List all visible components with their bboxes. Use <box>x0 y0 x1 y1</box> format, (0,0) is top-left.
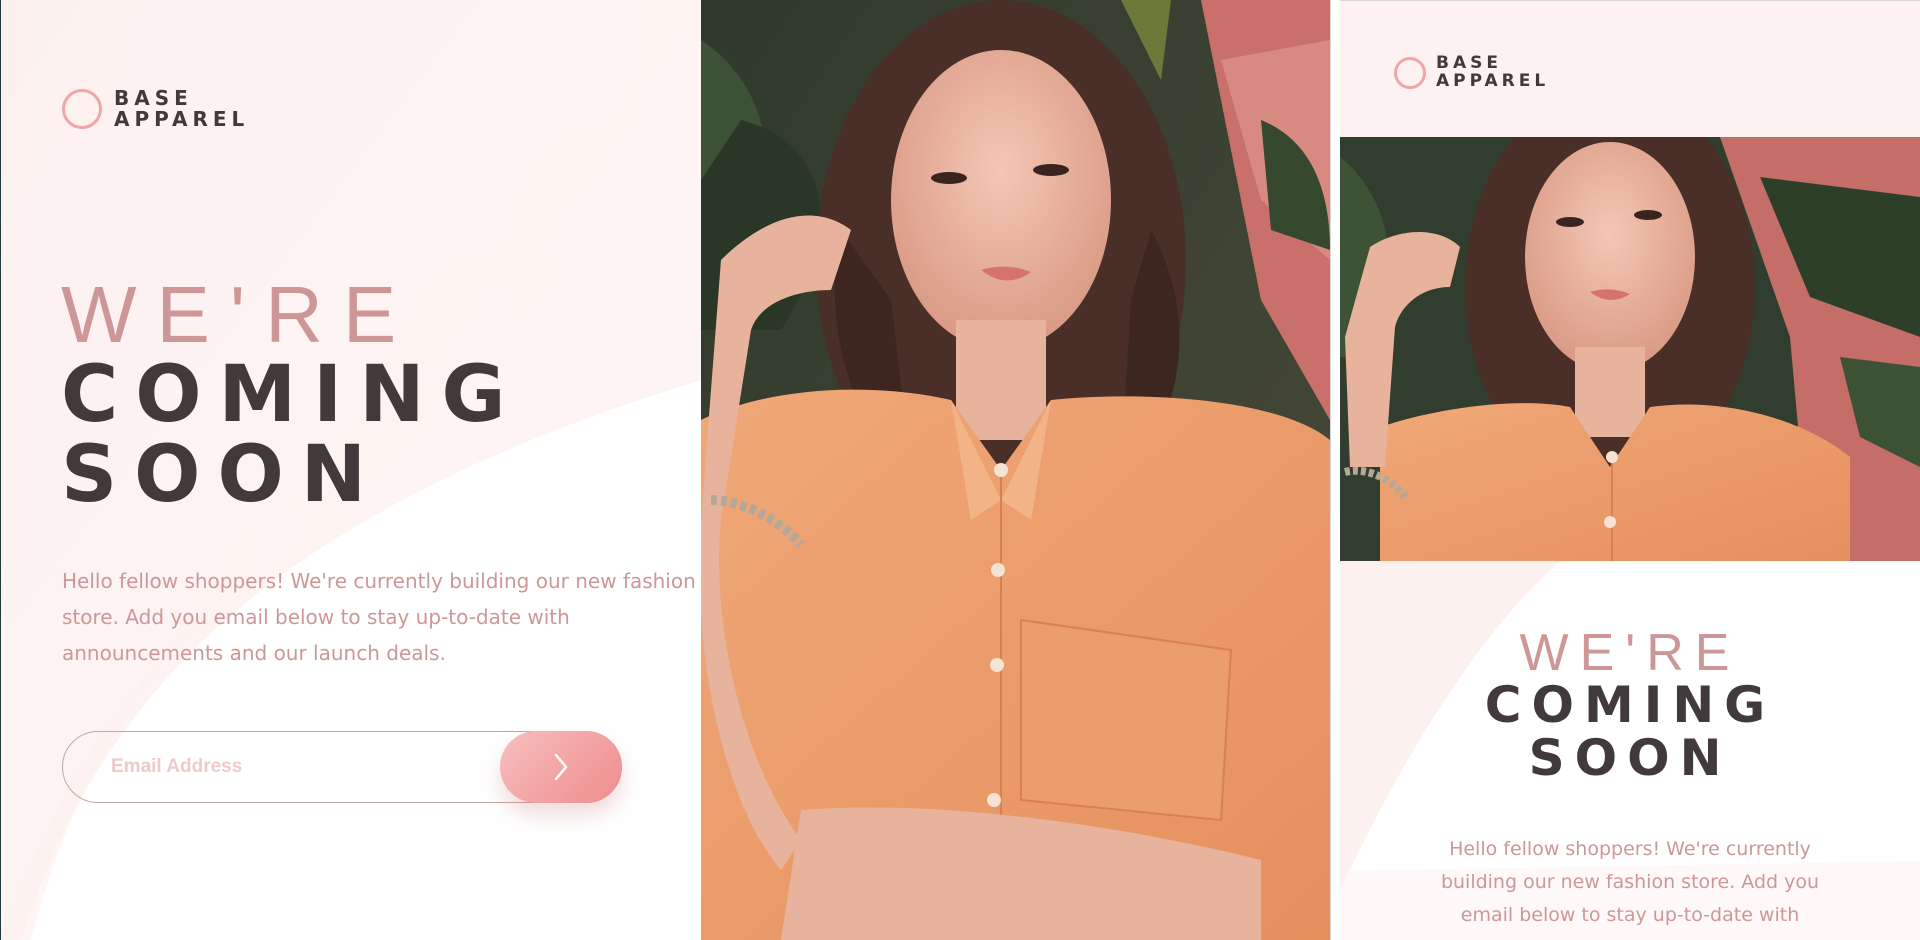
brand-logo[interactable]: BASE APPAREL <box>62 88 249 130</box>
brand-line-2: APPAREL <box>1436 70 1550 91</box>
headline-dark-line-1: COMING <box>61 350 523 440</box>
page-title: WE'RE COMING SOON <box>61 270 523 520</box>
mobile-hero-image <box>1340 137 1920 561</box>
intro-text: Hello fellow shoppers! We're currently b… <box>62 569 696 665</box>
email-signup-form <box>62 731 622 803</box>
content-column: BASE APPAREL WE'RE COMING SOON Hello fel… <box>1 0 702 940</box>
logo-ring-icon <box>1394 56 1426 89</box>
logo-ring-icon <box>62 89 102 129</box>
hero-photo <box>701 0 1330 940</box>
headline-light: WE'RE <box>1519 624 1741 682</box>
brand-logo-mobile[interactable]: BASE APPAREL <box>1394 54 1550 91</box>
submit-button[interactable] <box>500 731 622 803</box>
headline-dark-line-1: COMING <box>1484 676 1776 734</box>
mobile-content: WE'RE COMING SOON Hello fellow shoppers!… <box>1340 561 1920 940</box>
preview-divider <box>1330 0 1340 940</box>
mobile-preview: BASE APPAREL WE'RE COMING SOON Hello fel… <box>1340 0 1920 940</box>
brand-line-2: APPAREL <box>114 107 250 131</box>
hero-photo-mobile <box>1340 137 1920 561</box>
headline-dark-line-2: SOON <box>1528 729 1732 787</box>
brand-name: BASE APPAREL <box>114 88 249 130</box>
email-field[interactable] <box>111 732 491 802</box>
headline-dark-line-2: SOON <box>61 430 384 520</box>
brand-name-mobile: BASE APPAREL <box>1436 54 1550 91</box>
headline-light: WE'RE <box>61 270 417 359</box>
intro-text-mobile: Hello fellow shoppers! We're currently b… <box>1440 838 1820 926</box>
page-title-mobile: WE'RE COMING SOON <box>1340 627 1920 785</box>
chevron-right-icon <box>554 753 568 781</box>
hero-image <box>701 0 1330 940</box>
brand-line-1: BASE <box>114 86 193 110</box>
desktop-preview: BASE APPAREL WE'RE COMING SOON Hello fel… <box>0 0 1330 940</box>
mobile-header: BASE APPAREL <box>1340 1 1920 137</box>
